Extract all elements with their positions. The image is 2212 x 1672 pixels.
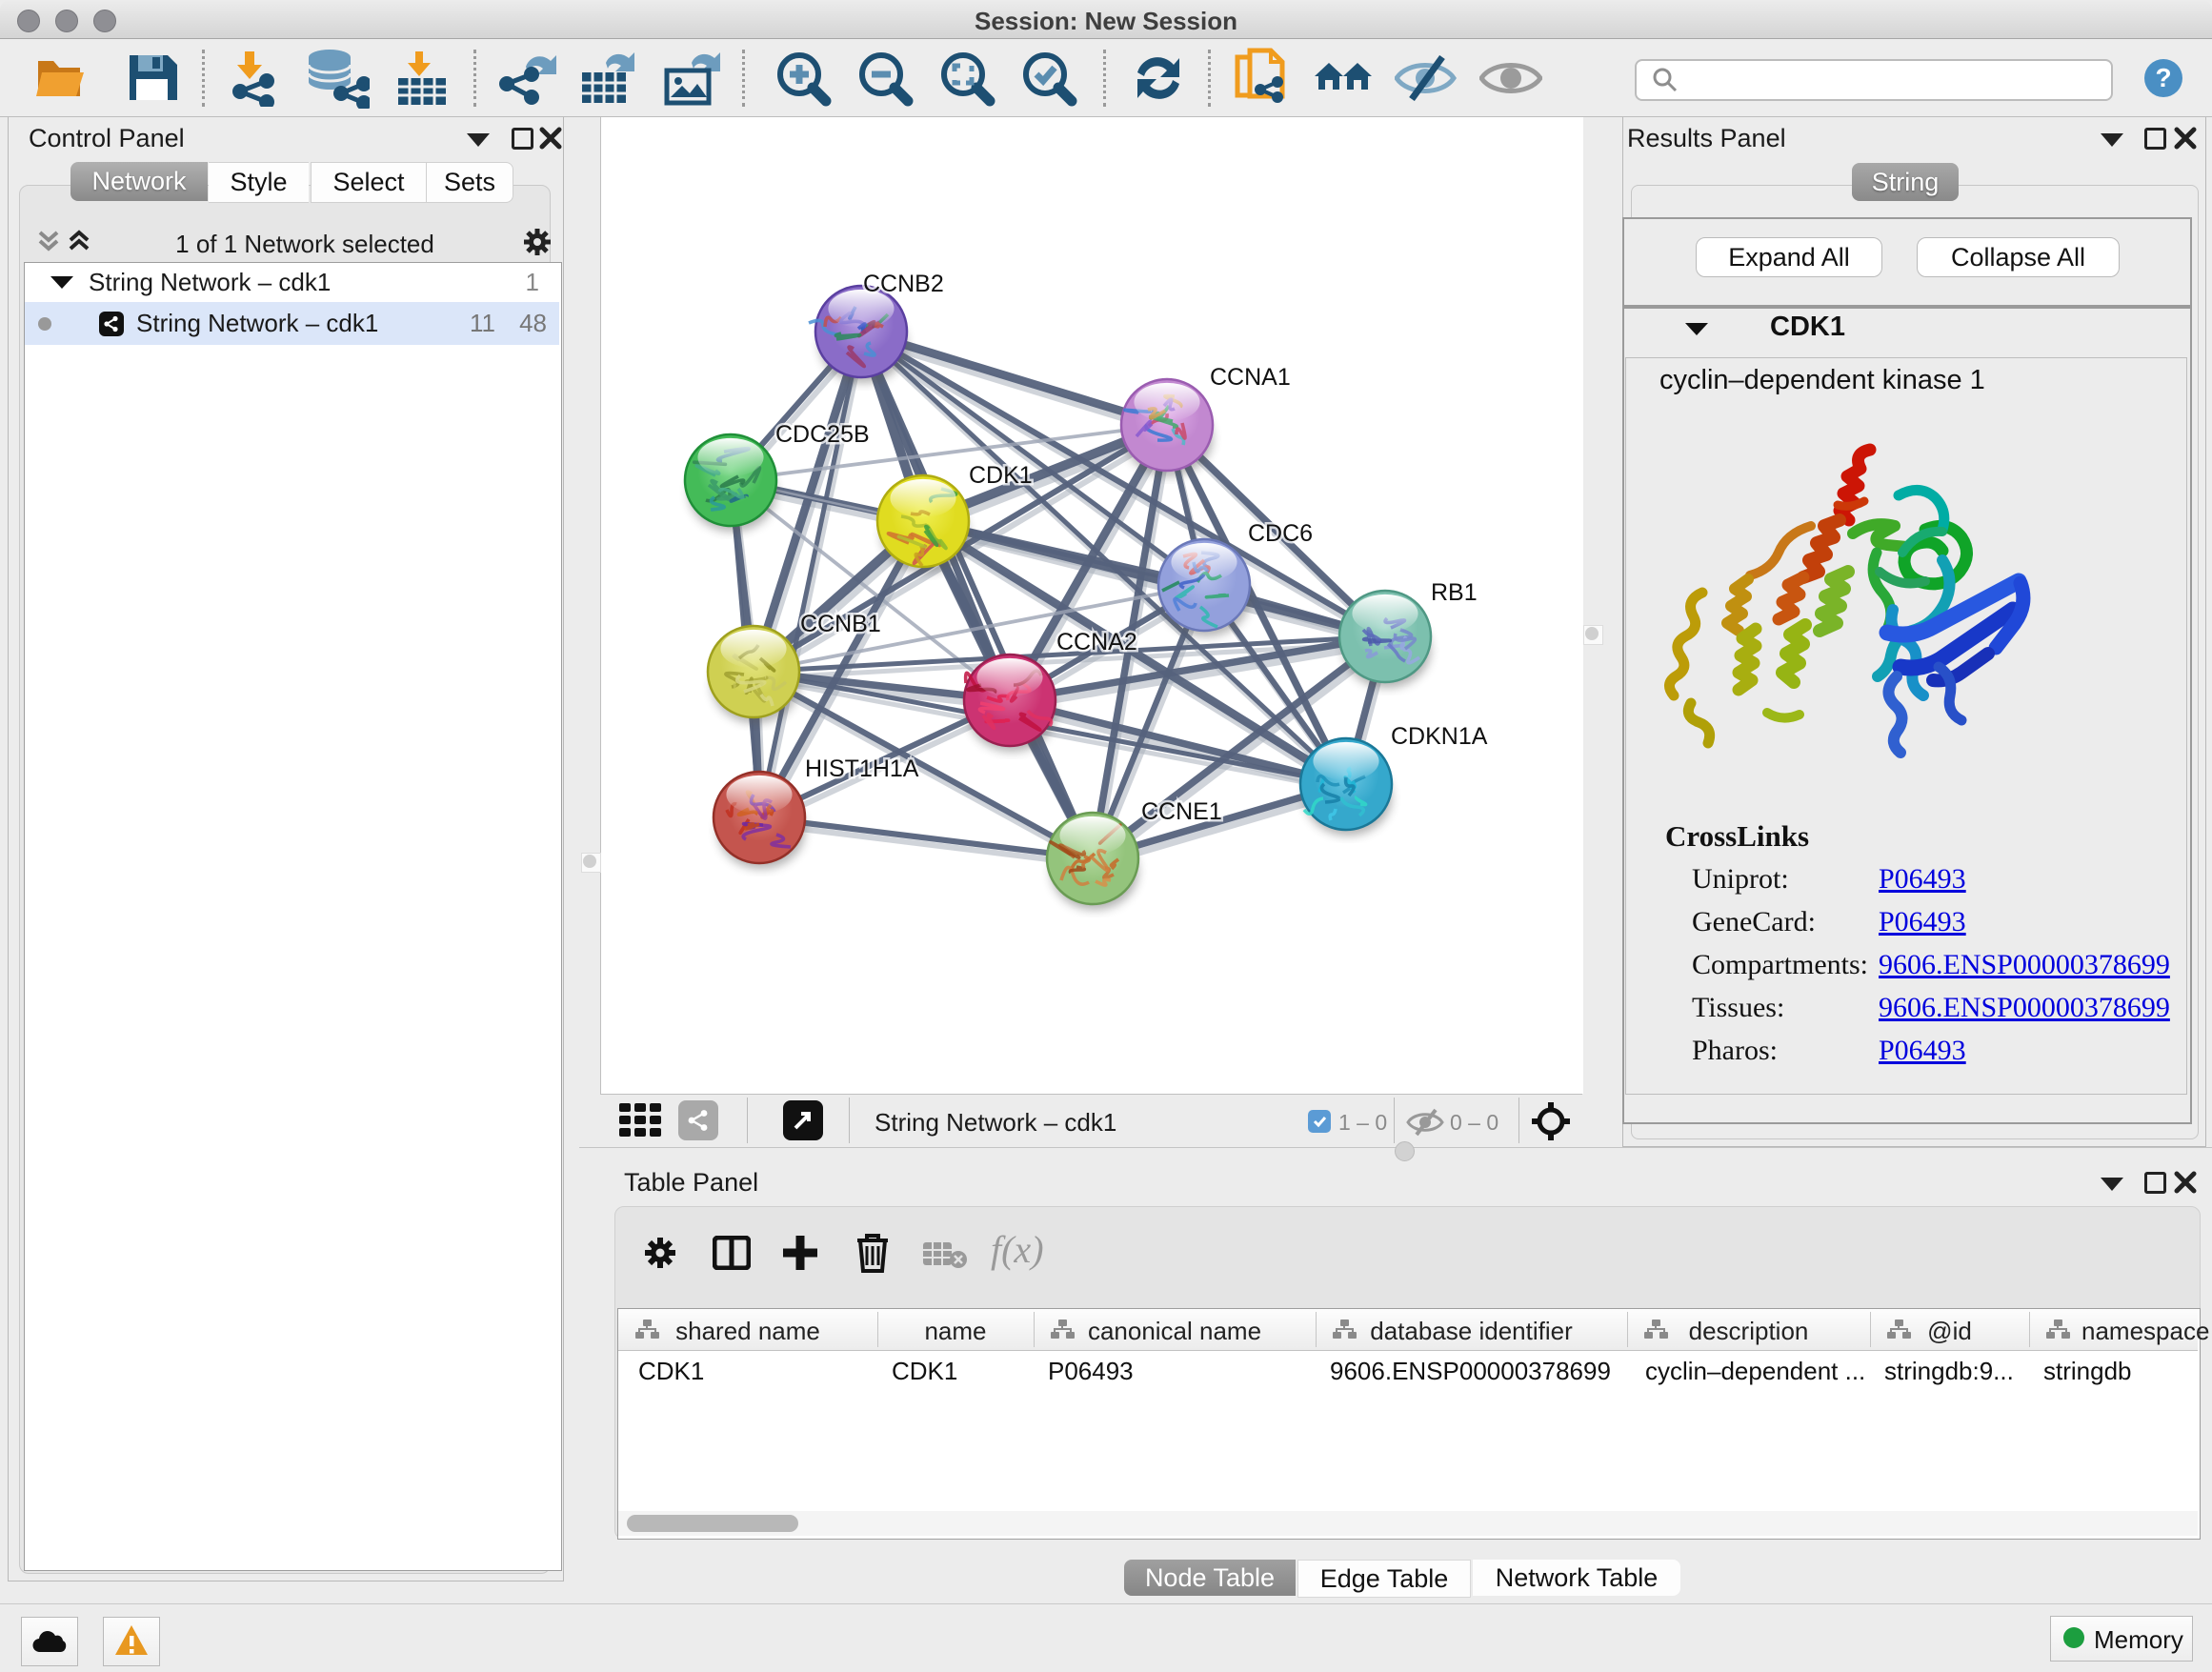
svg-text:CDC25B: CDC25B [775,421,870,448]
svg-text:HIST1H1A: HIST1H1A [805,755,919,782]
svg-text:CCNE1: CCNE1 [1141,798,1222,825]
svg-text:CCNB1: CCNB1 [800,611,881,637]
svg-text:RB1: RB1 [1431,579,1478,606]
svg-text:CDK1: CDK1 [969,462,1033,489]
svg-text:CCNB2: CCNB2 [863,271,944,297]
svg-text:CCNA2: CCNA2 [1056,629,1137,655]
svg-text:CCNA1: CCNA1 [1210,364,1291,391]
svg-text:CDC6: CDC6 [1248,520,1313,547]
svg-text:CDKN1A: CDKN1A [1391,723,1488,750]
